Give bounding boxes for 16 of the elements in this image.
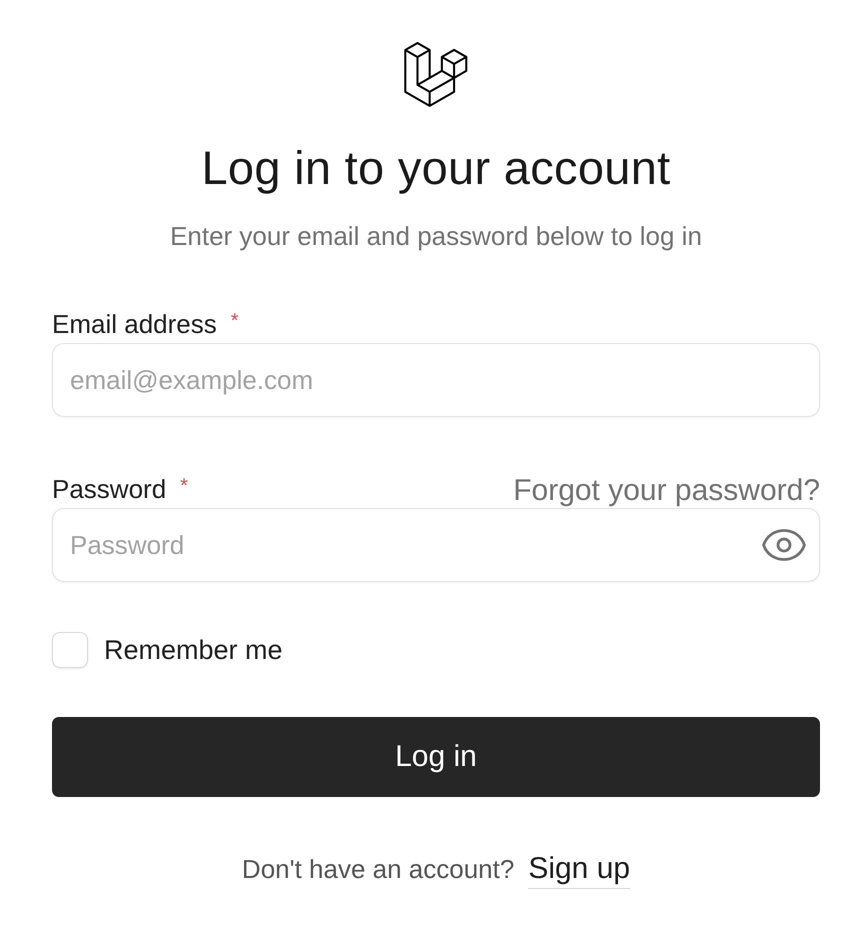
field-label: Email address	[52, 309, 217, 339]
forgot-password-link[interactable]: Forgot your password?	[513, 474, 820, 508]
page-subtitle: Enter your email and password below to log in	[170, 220, 702, 252]
signup-prompt: Don't have an account?	[242, 853, 514, 885]
remember-checkbox[interactable]	[52, 632, 88, 668]
field-label: Password	[52, 474, 166, 504]
signup-link[interactable]: Sign up	[528, 852, 630, 889]
required-asterisk: *	[180, 476, 188, 496]
eye-icon[interactable]	[762, 528, 806, 562]
required-asterisk: *	[230, 311, 239, 331]
password-field[interactable]: Password	[52, 508, 820, 582]
remember-label: Remember me	[104, 634, 283, 666]
email-field[interactable]: email@example.com	[52, 343, 820, 417]
login-button[interactable]: Log in	[52, 717, 820, 797]
logo-icon	[404, 42, 468, 108]
page-title: Log in to your account	[201, 142, 671, 194]
